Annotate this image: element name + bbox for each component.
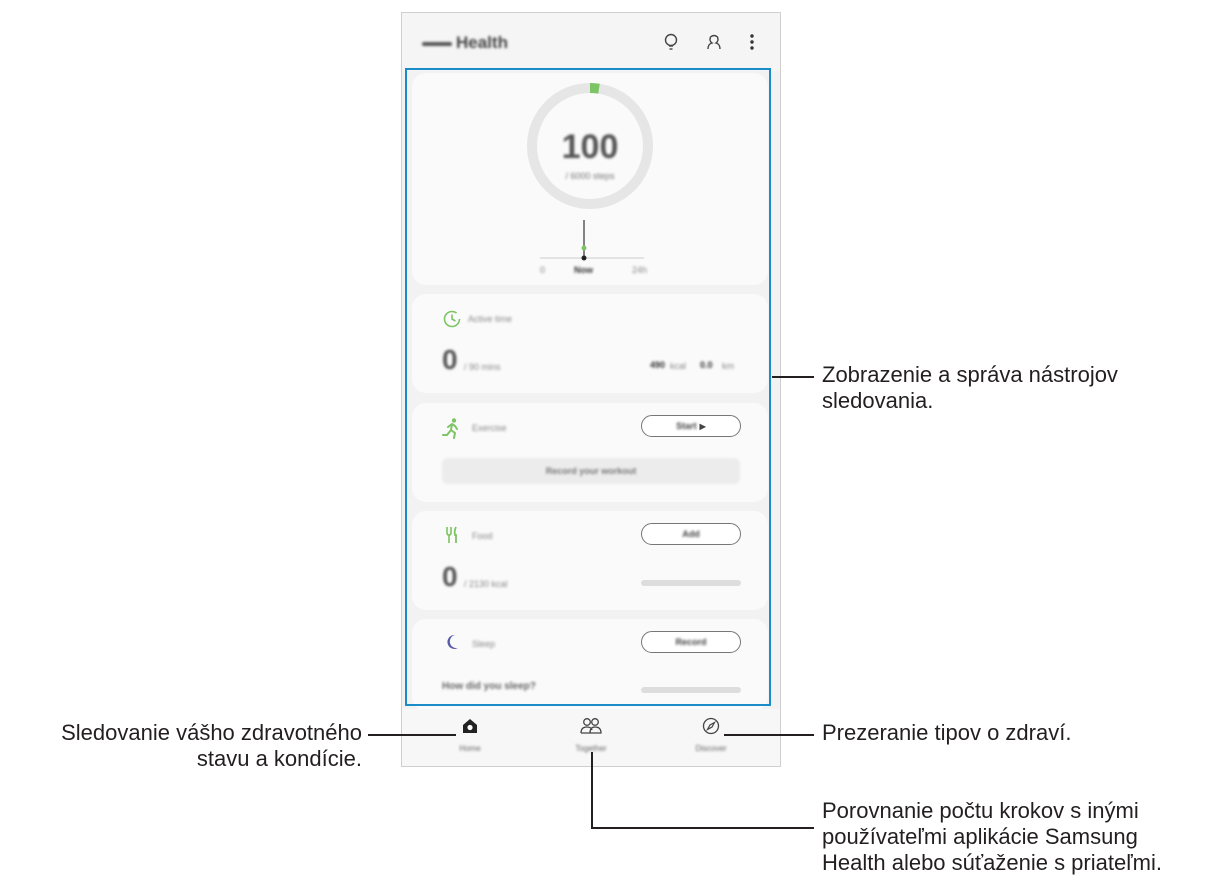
food-goal: / 2130 kcal xyxy=(464,579,508,589)
food-progress-bar xyxy=(641,580,741,586)
person-icon[interactable] xyxy=(703,31,725,53)
active-distance-unit: km xyxy=(722,361,734,371)
sleep-question: How did you sleep? xyxy=(442,681,536,692)
add-food-button[interactable]: Add xyxy=(641,523,741,545)
active-time-card[interactable]: Active time 0 / 90 mins 490 kcal 0.0 km xyxy=(412,294,768,393)
active-calories-unit: kcal xyxy=(670,361,687,371)
nav-home-label: Home xyxy=(459,744,481,753)
active-calories-value: 490 xyxy=(650,360,666,370)
active-time-value: 0 xyxy=(442,344,458,375)
callout-discover: Prezeranie tipov o zdraví. xyxy=(822,720,1072,745)
home-icon xyxy=(463,719,477,733)
food-label: Food xyxy=(472,531,493,541)
steps-timeline-graph xyxy=(540,220,644,261)
app-title: Health xyxy=(422,33,508,53)
lightbulb-icon[interactable] xyxy=(660,31,682,53)
exercise-card[interactable]: Exercise Start ▶ Record your workout xyxy=(412,403,768,502)
callout-together: Porovnanie počtu krokov s inými používat… xyxy=(822,798,1162,875)
timeline-end: 24h xyxy=(632,265,648,275)
play-icon: ▶ xyxy=(699,421,706,431)
sleep-label: Sleep xyxy=(472,639,496,649)
steps-goal: / 6000 steps xyxy=(565,171,615,181)
fork-knife-icon xyxy=(446,526,457,543)
compass-icon xyxy=(702,717,720,735)
moon-icon xyxy=(447,634,458,649)
nav-discover-label: Discover xyxy=(695,744,727,753)
timeline-now: Now xyxy=(574,265,593,275)
steps-count: 100 xyxy=(561,128,619,166)
app-bar: Health xyxy=(402,13,780,71)
leader-line-tracking xyxy=(772,376,814,378)
more-vert-icon[interactable] xyxy=(741,31,763,53)
sleep-progress-bar xyxy=(641,687,741,693)
exercise-label: Exercise xyxy=(472,423,507,433)
clock-icon xyxy=(443,310,461,328)
leader-line-discover xyxy=(724,734,814,736)
timeline-start: 0 xyxy=(540,265,546,275)
start-exercise-button[interactable]: Start ▶ xyxy=(641,415,741,437)
active-time-label: Active time xyxy=(468,314,513,324)
callout-tracking: Zobrazenie a správa nástrojov sledovania… xyxy=(822,362,1118,413)
record-workout-button[interactable]: Record your workout xyxy=(442,458,740,484)
food-card[interactable]: Food Add 0 / 2130 kcal xyxy=(412,511,768,610)
record-sleep-button[interactable]: Record xyxy=(641,631,741,653)
nav-together[interactable]: Together xyxy=(551,717,631,753)
leader-line-together-horizontal xyxy=(591,827,814,829)
running-icon xyxy=(442,418,458,439)
steps-card[interactable]: 100 / 6000 steps 0 Now 24h xyxy=(412,73,768,285)
active-distance-value: 0.0 xyxy=(700,360,713,370)
leader-line-together-vertical xyxy=(591,752,593,828)
active-time-goal: / 90 mins xyxy=(464,362,501,372)
leader-line-home xyxy=(368,734,456,736)
sleep-card[interactable]: Sleep Record How did you sleep? xyxy=(412,619,768,711)
callout-home: Sledovanie vášho zdravotného stavu a kon… xyxy=(61,720,362,771)
food-value: 0 xyxy=(442,561,458,592)
phone-screen: Health 100 / 6000 steps 0 Now 24h Active… xyxy=(401,12,781,767)
people-icon xyxy=(580,718,602,734)
